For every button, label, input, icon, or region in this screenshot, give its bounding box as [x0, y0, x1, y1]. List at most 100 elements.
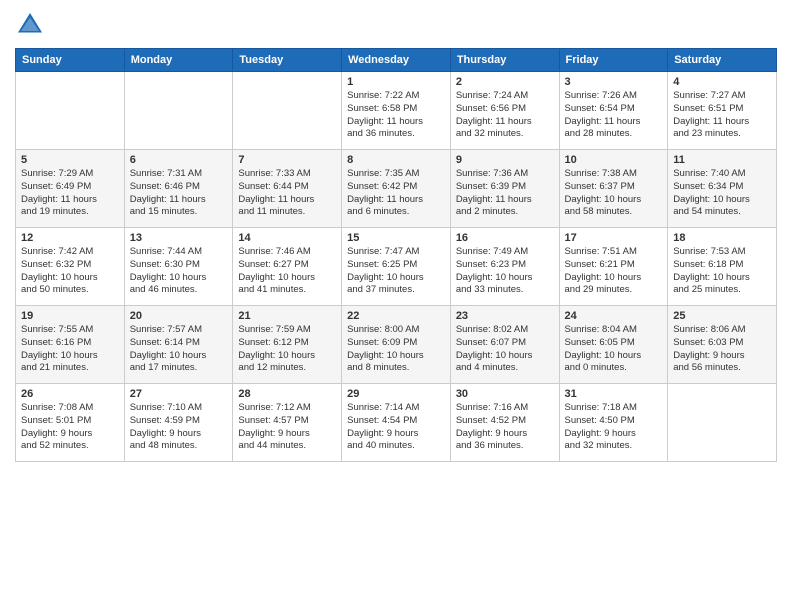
- day-info: Sunrise: 7:10 AM Sunset: 4:59 PM Dayligh…: [130, 402, 228, 453]
- day-info: Sunrise: 7:27 AM Sunset: 6:51 PM Dayligh…: [673, 90, 771, 141]
- day-number: 14: [238, 232, 336, 244]
- page-container: SundayMondayTuesdayWednesdayThursdayFrid…: [0, 0, 792, 612]
- calendar-cell: 14 Sunrise: 7:46 AM Sunset: 6:27 PM Dayli…: [233, 228, 342, 306]
- day-info: Sunrise: 7:08 AM Sunset: 5:01 PM Dayligh…: [21, 402, 119, 453]
- day-info: Sunrise: 7:16 AM Sunset: 4:52 PM Dayligh…: [456, 402, 554, 453]
- day-info: Sunrise: 7:31 AM Sunset: 6:46 PM Dayligh…: [130, 168, 228, 219]
- day-number: 31: [565, 388, 663, 400]
- day-info: Sunrise: 7:49 AM Sunset: 6:23 PM Dayligh…: [456, 246, 554, 297]
- calendar-cell: [124, 72, 233, 150]
- header: [15, 10, 777, 40]
- day-info: Sunrise: 7:38 AM Sunset: 6:37 PM Dayligh…: [565, 168, 663, 219]
- calendar-day-header: Sunday: [16, 49, 125, 72]
- day-info: Sunrise: 7:18 AM Sunset: 4:50 PM Dayligh…: [565, 402, 663, 453]
- calendar-week-row: 19 Sunrise: 7:55 AM Sunset: 6:16 PM Dayli…: [16, 306, 777, 384]
- day-number: 12: [21, 232, 119, 244]
- day-number: 18: [673, 232, 771, 244]
- calendar-cell: 23 Sunrise: 8:02 AM Sunset: 6:07 PM Dayli…: [450, 306, 559, 384]
- calendar-cell: 25 Sunrise: 8:06 AM Sunset: 6:03 PM Dayli…: [668, 306, 777, 384]
- day-number: 28: [238, 388, 336, 400]
- calendar-cell: 16 Sunrise: 7:49 AM Sunset: 6:23 PM Dayli…: [450, 228, 559, 306]
- day-info: Sunrise: 7:44 AM Sunset: 6:30 PM Dayligh…: [130, 246, 228, 297]
- day-info: Sunrise: 7:33 AM Sunset: 6:44 PM Dayligh…: [238, 168, 336, 219]
- calendar-cell: 3 Sunrise: 7:26 AM Sunset: 6:54 PM Daylig…: [559, 72, 668, 150]
- day-info: Sunrise: 7:29 AM Sunset: 6:49 PM Dayligh…: [21, 168, 119, 219]
- calendar-cell: 31 Sunrise: 7:18 AM Sunset: 4:50 PM Dayli…: [559, 384, 668, 462]
- day-info: Sunrise: 7:24 AM Sunset: 6:56 PM Dayligh…: [456, 90, 554, 141]
- calendar-cell: 27 Sunrise: 7:10 AM Sunset: 4:59 PM Dayli…: [124, 384, 233, 462]
- calendar-cell: 2 Sunrise: 7:24 AM Sunset: 6:56 PM Daylig…: [450, 72, 559, 150]
- calendar-cell: [16, 72, 125, 150]
- calendar-cell: 12 Sunrise: 7:42 AM Sunset: 6:32 PM Dayli…: [16, 228, 125, 306]
- calendar-cell: 11 Sunrise: 7:40 AM Sunset: 6:34 PM Dayli…: [668, 150, 777, 228]
- day-info: Sunrise: 7:55 AM Sunset: 6:16 PM Dayligh…: [21, 324, 119, 375]
- calendar-cell: 22 Sunrise: 8:00 AM Sunset: 6:09 PM Dayli…: [342, 306, 451, 384]
- calendar-cell: 8 Sunrise: 7:35 AM Sunset: 6:42 PM Daylig…: [342, 150, 451, 228]
- day-number: 22: [347, 310, 445, 322]
- logo: [15, 10, 49, 40]
- calendar-day-header: Saturday: [668, 49, 777, 72]
- calendar-cell: 26 Sunrise: 7:08 AM Sunset: 5:01 PM Dayli…: [16, 384, 125, 462]
- calendar-week-row: 5Sunrise: 7:29 AM Sunset: 6:49 PM Daylig…: [16, 150, 777, 228]
- calendar-cell: [233, 72, 342, 150]
- calendar-day-header: Tuesday: [233, 49, 342, 72]
- calendar-cell: 30 Sunrise: 7:16 AM Sunset: 4:52 PM Dayli…: [450, 384, 559, 462]
- calendar-cell: 18 Sunrise: 7:53 AM Sunset: 6:18 PM Dayli…: [668, 228, 777, 306]
- calendar-cell: 5Sunrise: 7:29 AM Sunset: 6:49 PM Daylig…: [16, 150, 125, 228]
- calendar-week-row: 1 Sunrise: 7:22 AM Sunset: 6:58 PM Daylig…: [16, 72, 777, 150]
- day-number: 27: [130, 388, 228, 400]
- day-info: Sunrise: 8:06 AM Sunset: 6:03 PM Dayligh…: [673, 324, 771, 375]
- calendar-week-row: 12 Sunrise: 7:42 AM Sunset: 6:32 PM Dayli…: [16, 228, 777, 306]
- day-number: 16: [456, 232, 554, 244]
- calendar-cell: 13 Sunrise: 7:44 AM Sunset: 6:30 PM Dayli…: [124, 228, 233, 306]
- calendar-cell: 7 Sunrise: 7:33 AM Sunset: 6:44 PM Daylig…: [233, 150, 342, 228]
- day-number: 21: [238, 310, 336, 322]
- logo-icon: [15, 10, 45, 40]
- day-info: Sunrise: 8:02 AM Sunset: 6:07 PM Dayligh…: [456, 324, 554, 375]
- day-info: Sunrise: 7:53 AM Sunset: 6:18 PM Dayligh…: [673, 246, 771, 297]
- calendar-cell: [668, 384, 777, 462]
- day-info: Sunrise: 8:04 AM Sunset: 6:05 PM Dayligh…: [565, 324, 663, 375]
- day-number: 11: [673, 154, 771, 166]
- calendar-day-header: Wednesday: [342, 49, 451, 72]
- day-number: 25: [673, 310, 771, 322]
- day-number: 2: [456, 76, 554, 88]
- day-number: 20: [130, 310, 228, 322]
- day-info: Sunrise: 7:26 AM Sunset: 6:54 PM Dayligh…: [565, 90, 663, 141]
- day-info: Sunrise: 7:42 AM Sunset: 6:32 PM Dayligh…: [21, 246, 119, 297]
- calendar-cell: 29Sunrise: 7:14 AM Sunset: 4:54 PM Dayli…: [342, 384, 451, 462]
- calendar-cell: 6 Sunrise: 7:31 AM Sunset: 6:46 PM Daylig…: [124, 150, 233, 228]
- day-number: 15: [347, 232, 445, 244]
- day-number: 26: [21, 388, 119, 400]
- calendar-table: SundayMondayTuesdayWednesdayThursdayFrid…: [15, 48, 777, 462]
- day-number: 3: [565, 76, 663, 88]
- calendar-cell: 17Sunrise: 7:51 AM Sunset: 6:21 PM Dayli…: [559, 228, 668, 306]
- calendar-week-row: 26 Sunrise: 7:08 AM Sunset: 5:01 PM Dayli…: [16, 384, 777, 462]
- day-info: Sunrise: 7:51 AM Sunset: 6:21 PM Dayligh…: [565, 246, 663, 297]
- calendar-cell: 21Sunrise: 7:59 AM Sunset: 6:12 PM Dayli…: [233, 306, 342, 384]
- calendar-day-header: Monday: [124, 49, 233, 72]
- day-number: 4: [673, 76, 771, 88]
- calendar-cell: 1 Sunrise: 7:22 AM Sunset: 6:58 PM Daylig…: [342, 72, 451, 150]
- day-number: 7: [238, 154, 336, 166]
- day-info: Sunrise: 8:00 AM Sunset: 6:09 PM Dayligh…: [347, 324, 445, 375]
- day-info: Sunrise: 7:46 AM Sunset: 6:27 PM Dayligh…: [238, 246, 336, 297]
- day-number: 1: [347, 76, 445, 88]
- day-info: Sunrise: 7:22 AM Sunset: 6:58 PM Dayligh…: [347, 90, 445, 141]
- calendar-cell: 15 Sunrise: 7:47 AM Sunset: 6:25 PM Dayli…: [342, 228, 451, 306]
- day-info: Sunrise: 7:36 AM Sunset: 6:39 PM Dayligh…: [456, 168, 554, 219]
- day-number: 19: [21, 310, 119, 322]
- day-number: 8: [347, 154, 445, 166]
- day-number: 10: [565, 154, 663, 166]
- calendar-cell: 24Sunrise: 8:04 AM Sunset: 6:05 PM Dayli…: [559, 306, 668, 384]
- day-number: 6: [130, 154, 228, 166]
- day-number: 13: [130, 232, 228, 244]
- day-info: Sunrise: 7:40 AM Sunset: 6:34 PM Dayligh…: [673, 168, 771, 219]
- day-info: Sunrise: 7:47 AM Sunset: 6:25 PM Dayligh…: [347, 246, 445, 297]
- calendar-cell: 28 Sunrise: 7:12 AM Sunset: 4:57 PM Dayli…: [233, 384, 342, 462]
- day-info: Sunrise: 7:35 AM Sunset: 6:42 PM Dayligh…: [347, 168, 445, 219]
- day-info: Sunrise: 7:12 AM Sunset: 4:57 PM Dayligh…: [238, 402, 336, 453]
- day-number: 30: [456, 388, 554, 400]
- day-number: 23: [456, 310, 554, 322]
- calendar-cell: 9Sunrise: 7:36 AM Sunset: 6:39 PM Daylig…: [450, 150, 559, 228]
